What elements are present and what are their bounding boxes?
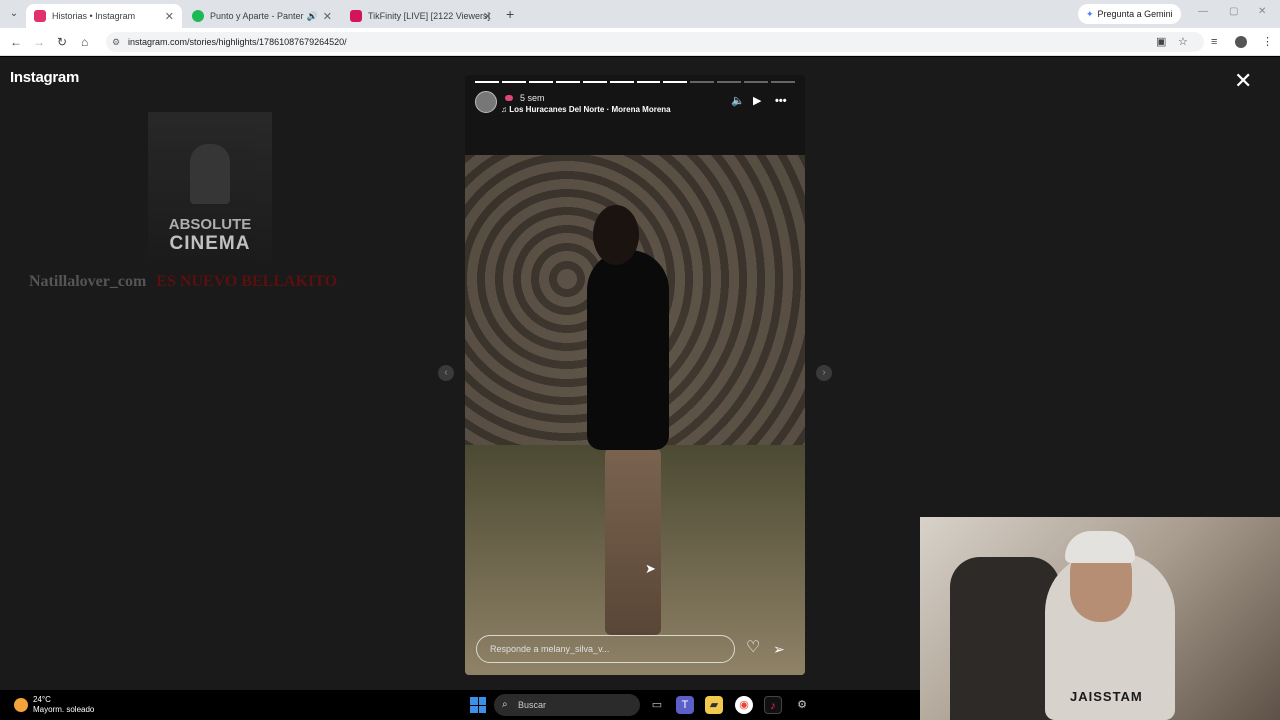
windows-start-icon[interactable] <box>470 697 486 713</box>
back-icon[interactable]: ← <box>10 34 22 50</box>
tab-label: Punto y Aparte - Panter Béli <box>210 11 320 21</box>
preview-username: Natillalover_com <box>29 273 147 290</box>
close-tab-icon[interactable]: ✕ <box>165 10 174 23</box>
chevron-right-icon[interactable]: › <box>816 365 832 381</box>
username-badge-icon <box>505 95 513 101</box>
chrome-icon[interactable]: ◉ <box>735 696 753 714</box>
progress-segment <box>717 81 742 83</box>
reply-input[interactable]: Responde a melany_silva_v... <box>476 635 735 663</box>
task-view-icon[interactable]: ▭ <box>648 696 666 714</box>
preview-caption: Natillalover_com ES NUEVO BELLAKITO <box>29 273 337 291</box>
file-explorer-icon[interactable]: ▰ <box>705 696 723 714</box>
audio-playing-icon[interactable]: 🔊 <box>307 11 318 22</box>
photo-figure-body <box>587 250 669 450</box>
send-icon[interactable]: ➢ <box>773 640 785 658</box>
tikfinity-favicon-icon <box>350 10 362 22</box>
progress-segment <box>744 81 769 83</box>
story-music-label[interactable]: ♫ Los Huracanes Del Norte · Morena Moren… <box>501 105 671 114</box>
avatar[interactable] <box>475 91 497 113</box>
search-placeholder: Buscar <box>518 700 547 710</box>
progress-segment <box>771 81 796 83</box>
story-progress <box>475 81 796 83</box>
photo-figure-legs <box>605 445 661 635</box>
address-bar[interactable]: ⚙ instagram.com/stories/highlights/17861… <box>106 32 1204 52</box>
webcam-chair <box>950 557 1060 720</box>
tab-strip: ⌄ Historias • Instagram ✕ Punto y Aparte… <box>0 0 1280 28</box>
tab-label: TikFinity [LIVE] [2122 Viewers] <box>368 11 491 21</box>
tab-tikfinity[interactable]: TikFinity [LIVE] [2122 Viewers] ✕ <box>342 4 500 28</box>
progress-segment <box>501 81 526 83</box>
progress-segment <box>582 81 607 83</box>
tab-search-icon[interactable]: ⌄ <box>6 6 22 22</box>
progress-segment <box>690 81 715 83</box>
tab-music[interactable]: Punto y Aparte - Panter Béli 🔊 ✕ <box>184 4 340 28</box>
preview-caption-text: ES NUEVO BELLAKITO <box>156 273 338 290</box>
search-icon: ⌕ <box>502 699 508 710</box>
more-icon[interactable]: ••• <box>775 94 787 108</box>
progress-segment <box>528 81 553 83</box>
close-window-icon[interactable]: ✕ <box>1258 6 1266 17</box>
media-icon[interactable]: ≡ <box>1211 35 1217 49</box>
forward-icon[interactable]: → <box>33 34 45 50</box>
tiktok-icon[interactable]: ♪ <box>764 696 782 714</box>
photo-figure-head <box>593 205 639 265</box>
taskbar-search[interactable]: ⌕ Buscar <box>494 694 640 716</box>
story-timestamp: 5 sem <box>520 93 545 103</box>
home-icon[interactable]: ⌂ <box>81 34 88 50</box>
tab-label: Historias • Instagram <box>52 11 136 21</box>
close-tab-icon[interactable]: ✕ <box>323 10 332 23</box>
weather-description[interactable]: Mayorm. soleado <box>33 705 94 714</box>
webcam-overlay: JAISSTAM <box>920 517 1280 720</box>
close-tab-icon[interactable]: ✕ <box>483 10 492 23</box>
weather-temperature[interactable]: 24°C <box>33 695 51 704</box>
teams-icon[interactable]: T <box>676 696 694 714</box>
plus-icon[interactable]: + <box>506 6 514 22</box>
previous-story-preview[interactable]: ABSOLUTE CINEMA <box>148 112 272 260</box>
profile-icon[interactable] <box>1235 36 1247 48</box>
kebab-icon[interactable]: ⋮ <box>1262 35 1273 49</box>
gemini-label: Pregunta a Gemini <box>1097 9 1173 19</box>
heart-icon[interactable]: ♡ <box>746 639 760 657</box>
play-icon[interactable]: ▶ <box>753 94 761 108</box>
url-text: instagram.com/stories/highlights/1786108… <box>128 37 347 47</box>
spotify-favicon-icon <box>192 10 204 22</box>
progress-segment <box>475 81 499 83</box>
webcam-cap <box>1065 531 1135 563</box>
gemini-sparkle-icon: ✦ <box>1086 8 1094 19</box>
maximize-icon[interactable]: ▢ <box>1229 6 1238 17</box>
music-text: Los Huracanes Del Norte · Morena Morena <box>509 105 671 114</box>
site-info-icon[interactable]: ⚙ <box>112 37 120 48</box>
taskbar: 24°C Mayorm. soleado ⌕ Buscar ▭ T ▰ ◉ ♪ … <box>0 690 920 720</box>
preview-subtitle: CINEMA <box>169 233 251 254</box>
story-photo <box>465 155 805 675</box>
preview-image <box>190 144 230 204</box>
volume-icon[interactable]: 🔈 <box>731 94 745 108</box>
star-icon[interactable]: ☆ <box>1178 35 1188 49</box>
instagram-logo[interactable]: Instagram <box>10 69 79 86</box>
minimize-icon[interactable]: — <box>1198 6 1208 17</box>
progress-segment <box>636 81 661 83</box>
reload-icon[interactable]: ↻ <box>57 34 67 50</box>
screencast-icon[interactable]: ▣ <box>1156 35 1166 49</box>
browser-toolbar: ← → ↻ ⌂ ⚙ instagram.com/stories/highligh… <box>0 28 1280 56</box>
webcam-hoodie-print: JAISSTAM <box>1070 689 1143 704</box>
story-card[interactable]: 5 sem ♫ Los Huracanes Del Norte · Morena… <box>465 75 805 675</box>
close-icon[interactable]: ✕ <box>1234 69 1252 93</box>
app-icon[interactable]: ⚙ <box>793 696 811 714</box>
mouse-cursor-icon: ➤ <box>645 561 656 576</box>
preview-title: ABSOLUTE <box>168 216 252 233</box>
instagram-favicon-icon <box>34 10 46 22</box>
progress-segment <box>663 81 688 83</box>
chevron-left-icon[interactable]: ‹ <box>438 365 454 381</box>
music-icon: ♫ <box>501 105 510 114</box>
gemini-button[interactable]: ✦ Pregunta a Gemini <box>1078 4 1181 24</box>
progress-segment <box>555 81 580 83</box>
tab-instagram[interactable]: Historias • Instagram ✕ <box>26 4 182 28</box>
progress-segment <box>609 81 634 83</box>
weather-sun-icon[interactable] <box>14 698 28 712</box>
